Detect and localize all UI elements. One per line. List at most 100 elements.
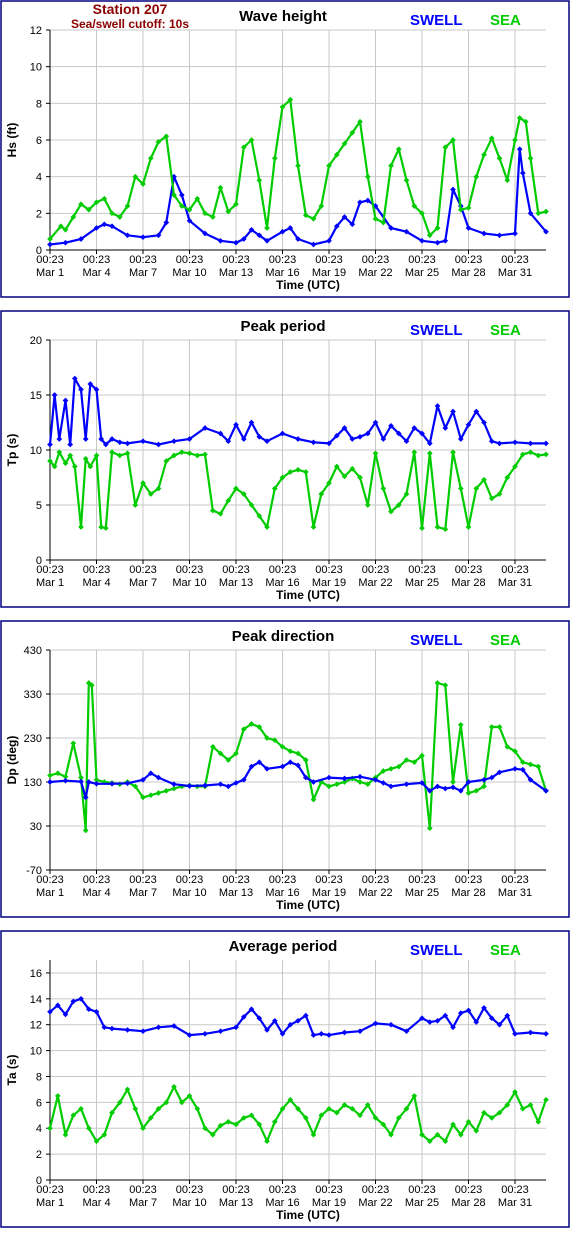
x-tick-time: 00:23 — [269, 564, 297, 576]
x-tick-time: 00:23 — [315, 1184, 343, 1196]
x-tick-date: Mar 22 — [358, 577, 392, 589]
y-tick-label: 5 — [36, 500, 42, 512]
x-tick-date: Mar 25 — [405, 577, 439, 589]
legend-sea: SEA — [490, 632, 521, 649]
y-tick-label: 4 — [36, 1123, 42, 1135]
y-tick-label: 12 — [30, 25, 42, 37]
x-tick-date: Mar 10 — [172, 267, 206, 279]
x-tick-date: Mar 25 — [405, 267, 439, 279]
x-tick-time: 00:23 — [83, 1184, 111, 1196]
plot-area — [50, 650, 546, 870]
y-tick-label: 430 — [24, 645, 42, 657]
x-axis-label: Time (UTC) — [276, 898, 340, 912]
x-tick-time: 00:23 — [176, 874, 204, 886]
x-tick-time: 00:23 — [362, 1184, 390, 1196]
x-tick-time: 00:23 — [501, 564, 529, 576]
x-tick-date: Mar 13 — [219, 577, 253, 589]
x-tick-time: 00:23 — [176, 1184, 204, 1196]
y-tick-label: 10 — [30, 1046, 42, 1058]
x-tick-time: 00:23 — [269, 254, 297, 266]
x-tick-date: Mar 7 — [129, 267, 157, 279]
x-tick-time: 00:23 — [408, 254, 436, 266]
x-tick-time: 00:23 — [501, 254, 529, 266]
x-tick-date: Mar 13 — [219, 1197, 253, 1209]
legend-swell: SWELL — [410, 12, 463, 29]
x-tick-time: 00:23 — [36, 254, 64, 266]
x-tick-time: 00:23 — [455, 564, 483, 576]
y-tick-label: 16 — [30, 968, 42, 980]
y-tick-label: 20 — [30, 335, 42, 347]
y-tick-label: 6 — [36, 1097, 42, 1109]
x-tick-time: 00:23 — [222, 564, 250, 576]
x-tick-date: Mar 22 — [358, 267, 392, 279]
x-tick-time: 00:23 — [269, 874, 297, 886]
y-tick-label: 6 — [36, 135, 42, 147]
x-tick-date: Mar 7 — [129, 887, 157, 899]
x-tick-date: Mar 13 — [219, 887, 253, 899]
x-tick-time: 00:23 — [83, 564, 111, 576]
y-axis-label: Hs (ft) — [5, 123, 19, 158]
x-tick-date: Mar 1 — [36, 577, 64, 589]
x-tick-time: 00:23 — [455, 254, 483, 266]
x-tick-time: 00:23 — [269, 1184, 297, 1196]
x-tick-date: Mar 31 — [498, 267, 532, 279]
x-tick-time: 00:23 — [83, 254, 111, 266]
x-tick-time: 00:23 — [129, 254, 157, 266]
x-tick-date: Mar 4 — [82, 887, 110, 899]
chart-panel: Average period SWELL SEA024681012141600:23… — [0, 930, 570, 1228]
x-tick-date: Mar 7 — [129, 1197, 157, 1209]
chart-title: Wave height — [239, 8, 327, 25]
x-tick-date: Mar 1 — [36, 887, 64, 899]
x-tick-time: 00:23 — [222, 254, 250, 266]
chart-panel: Peak direction SWELL SEA-70301302303304300… — [0, 620, 570, 918]
y-tick-label: 4 — [36, 172, 42, 184]
plot-area — [50, 960, 546, 1180]
y-tick-label: 14 — [30, 994, 42, 1006]
x-tick-date: Mar 25 — [405, 1197, 439, 1209]
x-tick-date: Mar 1 — [36, 1197, 64, 1209]
y-axis-label: Tp (s) — [5, 434, 19, 467]
x-tick-time: 00:23 — [222, 874, 250, 886]
chart-title: Peak direction — [232, 628, 335, 645]
x-tick-date: Mar 4 — [82, 577, 110, 589]
x-tick-time: 00:23 — [36, 1184, 64, 1196]
x-tick-date: Mar 31 — [498, 887, 532, 899]
station-title: Station 207 — [93, 1, 168, 17]
y-tick-label: 15 — [30, 390, 42, 402]
legend-swell: SWELL — [410, 942, 463, 959]
legend-sea: SEA — [490, 12, 521, 29]
x-axis-label: Time (UTC) — [276, 278, 340, 292]
x-tick-time: 00:23 — [455, 1184, 483, 1196]
x-tick-time: 00:23 — [362, 564, 390, 576]
y-axis-label: Dp (deg) — [5, 736, 19, 785]
x-tick-time: 00:23 — [36, 564, 64, 576]
x-tick-time: 00:23 — [176, 564, 204, 576]
x-tick-date: Mar 10 — [172, 577, 206, 589]
x-tick-date: Mar 10 — [172, 1197, 206, 1209]
x-tick-date: Mar 28 — [451, 1197, 485, 1209]
x-tick-date: Mar 28 — [451, 267, 485, 279]
x-tick-time: 00:23 — [222, 1184, 250, 1196]
x-tick-time: 00:23 — [36, 874, 64, 886]
chart-title: Average period — [229, 938, 338, 955]
y-tick-label: 2 — [36, 1149, 42, 1161]
legend-swell: SWELL — [410, 322, 463, 339]
x-tick-date: Mar 7 — [129, 577, 157, 589]
x-tick-date: Mar 22 — [358, 1197, 392, 1209]
x-tick-date: Mar 22 — [358, 887, 392, 899]
y-tick-label: 30 — [30, 821, 42, 833]
x-axis-label: Time (UTC) — [276, 588, 340, 602]
x-tick-time: 00:23 — [315, 874, 343, 886]
x-tick-time: 00:23 — [408, 874, 436, 886]
x-tick-time: 00:23 — [362, 254, 390, 266]
station-subtitle: Sea/swell cutoff: 10s — [71, 17, 189, 31]
x-tick-date: Mar 4 — [82, 1197, 110, 1209]
x-tick-date: Mar 13 — [219, 267, 253, 279]
x-tick-date: Mar 25 — [405, 887, 439, 899]
x-tick-date: Mar 28 — [451, 887, 485, 899]
x-tick-date: Mar 4 — [82, 267, 110, 279]
x-tick-date: Mar 1 — [36, 267, 64, 279]
y-axis-label: Ta (s) — [5, 1054, 19, 1085]
x-tick-time: 00:23 — [501, 1184, 529, 1196]
chart-panel: Wave height SWELL SEA Station 207Sea/swell … — [0, 0, 570, 298]
